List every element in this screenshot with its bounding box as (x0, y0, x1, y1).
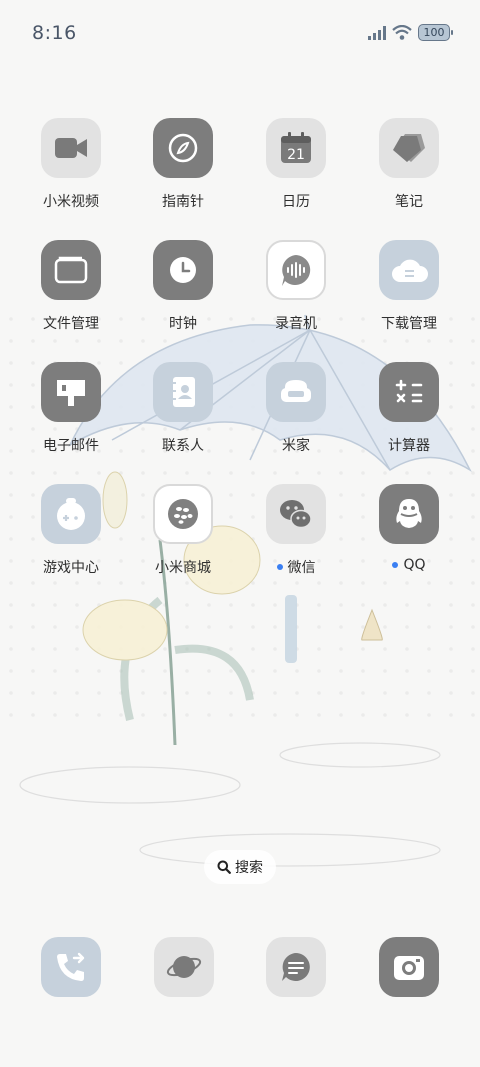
app-file-manager[interactable]: 文件管理 (15, 240, 127, 350)
app-label: 微信 (276, 557, 316, 577)
app-contacts[interactable]: 联系人 (127, 362, 239, 472)
voice-recorder-icon (266, 240, 326, 300)
app-label: 电子邮件 (43, 438, 99, 454)
search-icon (217, 860, 231, 874)
dock-browser[interactable] (154, 937, 214, 997)
battery-icon: 100 (418, 24, 453, 41)
clock-icon (153, 240, 213, 300)
planet-icon (166, 956, 202, 978)
wifi-icon (392, 25, 412, 40)
app-email[interactable]: 电子邮件 (15, 362, 127, 472)
app-label: 小米视频 (43, 194, 99, 210)
signal-icon (368, 25, 386, 40)
dock-messages[interactable] (266, 937, 326, 997)
app-clock[interactable]: 时钟 (127, 240, 239, 350)
app-mi-home[interactable]: 米家 (240, 362, 352, 472)
status-bar: 8:16 100 (0, 0, 480, 68)
app-label: 联系人 (162, 438, 204, 454)
compass-icon (153, 118, 213, 178)
qq-penguin-icon (379, 484, 439, 544)
contacts-book-icon (153, 362, 213, 422)
app-wechat[interactable]: 微信 (240, 484, 352, 594)
app-label: 日历 (282, 194, 310, 210)
app-mi-video[interactable]: 小米视频 (15, 118, 127, 228)
app-label: 指南针 (162, 194, 204, 210)
cloud-download-icon (379, 240, 439, 300)
dock-camera[interactable] (379, 937, 439, 997)
status-icons: 100 (368, 24, 453, 41)
search-button[interactable]: 搜索 (204, 850, 276, 884)
app-label: QQ (392, 557, 426, 573)
app-label: 录音机 (275, 316, 317, 332)
notification-dot (276, 564, 283, 570)
calendar-date: 21 (287, 147, 305, 163)
app-label: 米家 (282, 438, 310, 454)
app-calculator[interactable]: 计算器 (353, 362, 465, 472)
app-compass[interactable]: 指南针 (127, 118, 239, 228)
status-clock: 8:16 (32, 22, 77, 44)
app-recorder[interactable]: 录音机 (240, 240, 352, 350)
folder-icon (41, 240, 101, 300)
app-calendar[interactable]: 21 日历 (240, 118, 352, 228)
mi-store-icon (153, 484, 213, 544)
app-qq[interactable]: QQ (353, 484, 465, 594)
app-label: 文件管理 (43, 316, 99, 332)
app-label: 游戏中心 (43, 560, 99, 576)
mailbox-icon (41, 362, 101, 422)
app-label: 计算器 (388, 438, 430, 454)
app-mi-store[interactable]: 小米商城 (127, 484, 239, 594)
search-label: 搜索 (235, 860, 263, 876)
calendar-icon: 21 (266, 118, 326, 178)
camera-icon (394, 956, 424, 980)
game-controller-icon (41, 484, 101, 544)
app-notes[interactable]: 笔记 (353, 118, 465, 228)
wechat-icon (266, 484, 326, 544)
phone-icon (57, 952, 85, 981)
app-label: 笔记 (395, 194, 423, 210)
app-label: 下载管理 (381, 316, 437, 332)
message-bubble-icon (282, 953, 310, 981)
notes-tag-icon (379, 118, 439, 178)
calculator-icon (379, 362, 439, 422)
video-camera-icon (41, 118, 101, 178)
notification-dot (392, 562, 399, 568)
sofa-icon (266, 362, 326, 422)
app-downloads[interactable]: 下载管理 (353, 240, 465, 350)
app-game-center[interactable]: 游戏中心 (15, 484, 127, 594)
app-label: 小米商城 (155, 560, 211, 576)
app-label: 时钟 (169, 316, 197, 332)
dock-phone[interactable] (41, 937, 101, 997)
